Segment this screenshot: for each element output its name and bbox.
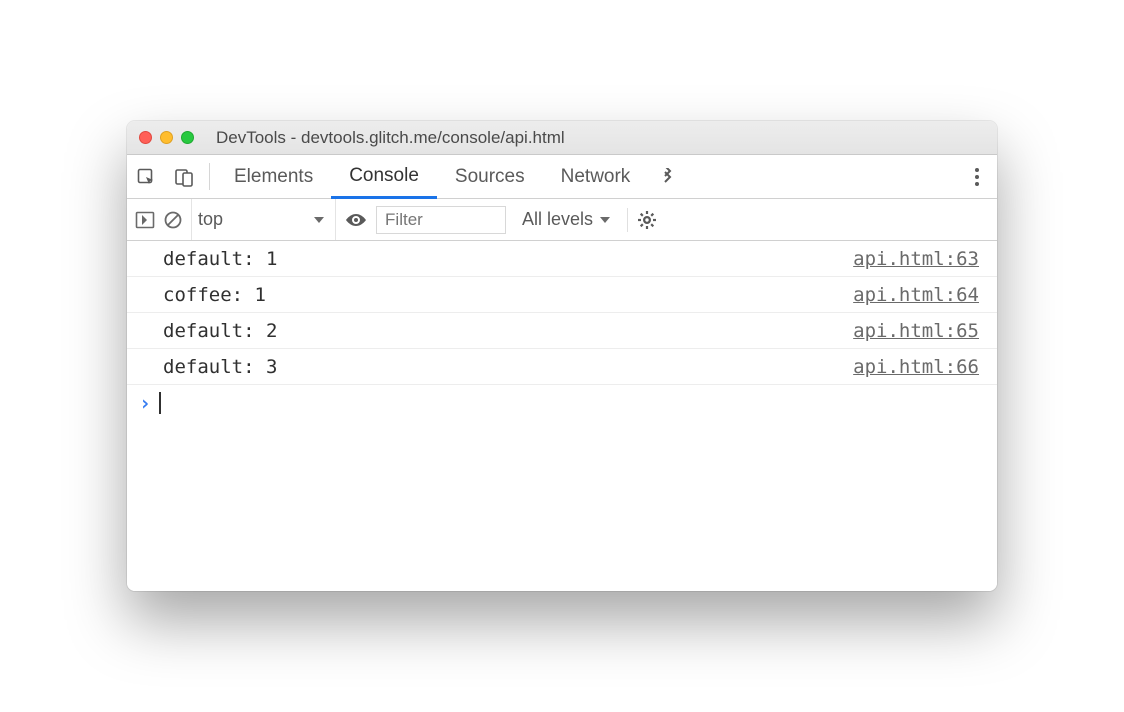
console-message-source[interactable]: api.html:66 [853,356,979,378]
console-toolbar: top All levels [127,199,997,241]
log-levels-dropdown[interactable]: All levels [514,209,619,230]
console-prompt[interactable]: › [127,385,997,421]
tab-sources[interactable]: Sources [437,155,543,198]
titlebar: DevTools - devtools.glitch.me/console/ap… [127,121,997,155]
chevron-down-icon [599,214,611,226]
console-messages: default: 1 api.html:63 coffee: 1 api.htm… [127,241,997,591]
clear-console-icon[interactable] [163,210,183,230]
context-dropdown-label: top [198,209,223,230]
window-title: DevTools - devtools.glitch.me/console/ap… [212,128,985,148]
divider [627,208,628,232]
text-cursor [159,392,161,414]
toggle-sidebar-icon[interactable] [135,211,155,229]
console-message-row[interactable]: default: 2 api.html:65 [127,313,997,349]
live-expression-icon[interactable] [344,212,368,228]
zoom-window-button[interactable] [181,131,194,144]
device-toolbar-icon[interactable] [165,155,203,198]
devtools-window: DevTools - devtools.glitch.me/console/ap… [127,121,997,591]
console-message-text: coffee: 1 [163,284,266,306]
panel-tabstrip: Elements Console Sources Network [127,155,997,199]
console-message-row[interactable]: coffee: 1 api.html:64 [127,277,997,313]
tab-label: Elements [234,166,313,188]
console-message-row[interactable]: default: 1 api.html:63 [127,241,997,277]
tab-elements[interactable]: Elements [216,155,331,198]
log-levels-label: All levels [522,209,593,230]
close-window-button[interactable] [139,131,152,144]
chevron-down-icon [313,214,325,226]
console-message-source[interactable]: api.html:63 [853,248,979,270]
console-message-source[interactable]: api.html:65 [853,320,979,342]
prompt-chevron-icon: › [139,391,151,415]
console-message-text: default: 3 [163,356,277,378]
console-message-text: default: 1 [163,248,277,270]
tab-console[interactable]: Console [331,155,437,199]
minimize-window-button[interactable] [160,131,173,144]
tab-label: Network [561,166,631,188]
console-message-source[interactable]: api.html:64 [853,284,979,306]
context-dropdown[interactable]: top [191,199,336,240]
filter-input[interactable] [376,206,506,234]
console-message-row[interactable]: default: 3 api.html:66 [127,349,997,385]
tab-network[interactable]: Network [543,155,649,198]
divider [209,163,210,190]
settings-menu-button[interactable] [957,155,997,198]
console-message-text: default: 2 [163,320,277,342]
more-tabs-button[interactable] [648,155,688,198]
console-settings-icon[interactable] [636,209,658,231]
traffic-lights [139,131,194,144]
tab-label: Console [349,165,419,187]
tab-label: Sources [455,166,525,188]
inspect-element-icon[interactable] [127,155,165,198]
